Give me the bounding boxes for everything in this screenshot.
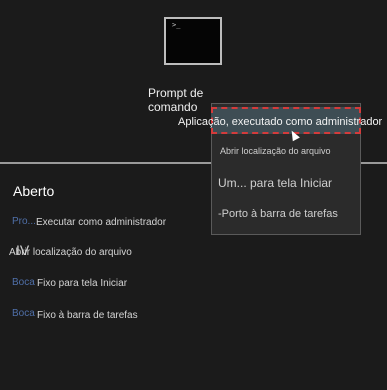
jumplist-item-pin-start[interactable]: Fixo para tela Iniciar: [37, 278, 127, 289]
jumplist-item-open-location[interactable]: Abrir localização do arquivo: [9, 247, 132, 258]
ghost-text: Boca: [12, 308, 35, 319]
jumplist-item-pin-taskbar[interactable]: Fixo à barra de tarefas: [37, 310, 138, 321]
menu-item-pin-start[interactable]: Um... para tela Iniciar: [218, 176, 332, 190]
command-prompt-tile[interactable]: >_: [164, 17, 222, 65]
jumplist-item-run-as-admin[interactable]: Executar como administrador: [36, 217, 166, 228]
menu-item-run-as-admin-label: Aplicação, executado como administrador: [178, 116, 383, 128]
menu-item-pin-taskbar[interactable]: -Porto à barra de tarefas: [218, 208, 338, 220]
ghost-text: Boca: [12, 277, 35, 288]
ghost-text: Pro...: [12, 216, 36, 227]
menu-item-open-location[interactable]: Abrir localização do arquivo: [220, 146, 331, 156]
terminal-icon: >_: [172, 21, 181, 29]
jumplist-heading: Aberto: [13, 183, 55, 199]
